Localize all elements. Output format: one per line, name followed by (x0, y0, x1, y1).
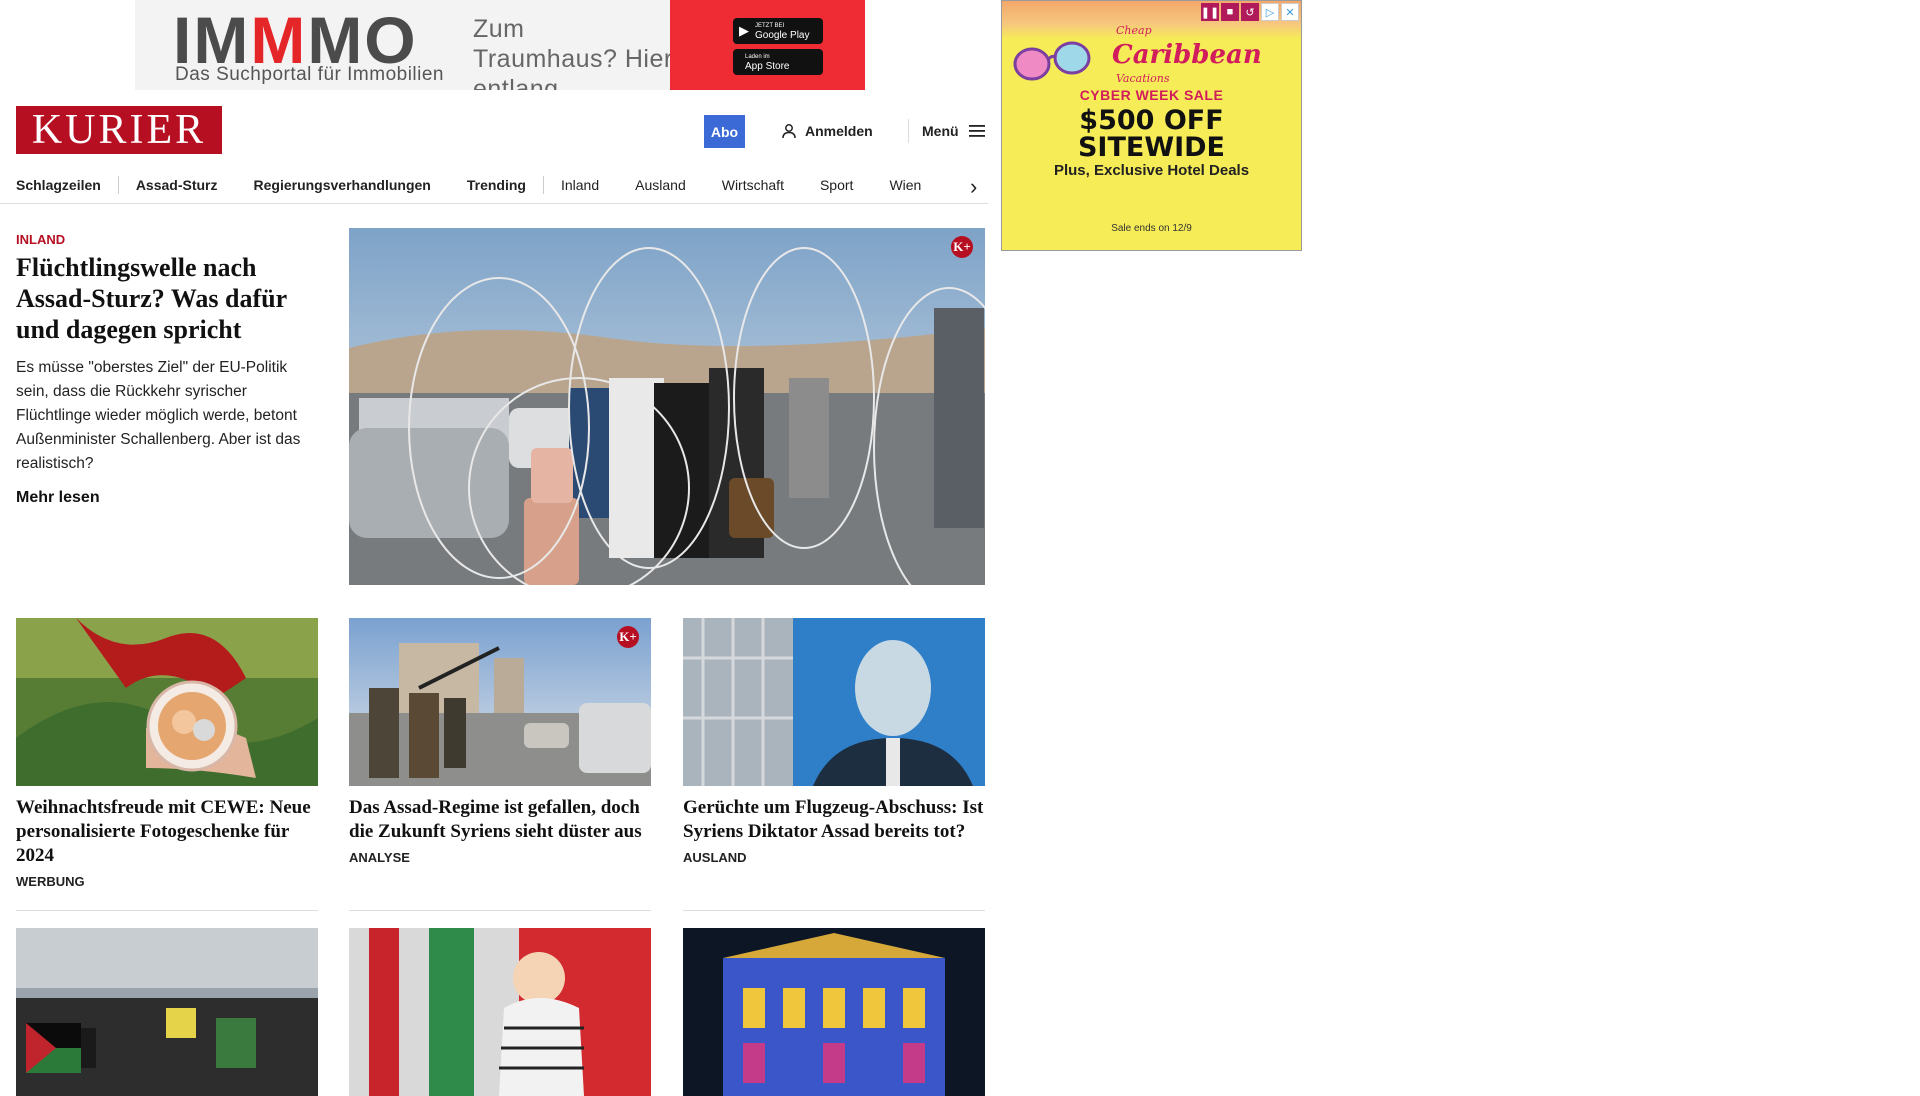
article-image[interactable] (16, 618, 318, 786)
card-divider (349, 910, 651, 911)
article-title[interactable]: Weihnachtsfreude mit CEWE: Neue personal… (16, 796, 318, 868)
chevron-right-icon[interactable]: › (970, 174, 977, 200)
play-icon: ▶ (739, 23, 749, 38)
nav-item-wien[interactable]: Wien (889, 177, 921, 193)
ad-deal: Plus, Exclusive Hotel Deals (1053, 162, 1250, 179)
abo-button[interactable]: Abo (704, 115, 745, 148)
kplus-badge: K+ (617, 626, 639, 648)
nav-item-wirtschaft[interactable]: Wirtschaft (722, 177, 784, 193)
nav-item-trending[interactable]: Trending (467, 177, 526, 193)
article-category: WERBUNG (16, 874, 85, 889)
article-card[interactable]: K+ Das Assad-Regime ist gefallen, doch d… (349, 618, 651, 911)
caribbean-logo: Cheap Caribbean Vacations (1112, 24, 1262, 85)
kika-leiner-photo (349, 928, 651, 1096)
kplus-badge: K+ (951, 236, 973, 258)
nav-item-ausland[interactable]: Ausland (635, 177, 686, 193)
article-card[interactable]: Weihnachtsfreude mit CEWE: Neue personal… (16, 618, 318, 911)
article-category: ANALYSE (349, 850, 410, 865)
lead-teaser: Es müsse "oberstes Ziel" der EU-Politik … (16, 359, 301, 472)
immo-claim: Zum Traumhaus? Hier entlang. (473, 15, 673, 90)
sunglasses-icon (1013, 41, 1091, 81)
app-store-button[interactable]: Laden im App Store (733, 49, 823, 75)
lead-category[interactable]: INLAND (16, 232, 65, 247)
card-divider (16, 910, 318, 911)
article-card[interactable]: Gerüchte um Flugzeug-Abschuss: Ist Syrie… (683, 618, 985, 911)
nav-item-regierungsverhandlungen[interactable]: Regierungsverhandlungen (254, 177, 431, 193)
illuminated-building-photo (683, 928, 985, 1096)
kurier-logo[interactable]: KURIER (16, 106, 222, 154)
nav-item-inland[interactable]: Inland (561, 177, 599, 193)
nav-item-schlagzeilen[interactable]: Schlagzeilen (16, 177, 101, 193)
immo-subtitle: Das Suchportal für Immobilien (175, 64, 444, 85)
nav-item-sport[interactable]: Sport (820, 177, 853, 193)
login-label: Anmelden (805, 123, 873, 139)
card-divider (683, 910, 985, 911)
adchoices-icon[interactable]: ▷ (1261, 3, 1279, 21)
cewe-gift-photo (16, 618, 318, 786)
damascus-street-photo (349, 618, 651, 786)
user-icon (782, 124, 796, 139)
border-crossing-photo (349, 228, 985, 585)
close-icon[interactable]: ✕ (1281, 3, 1299, 21)
article-title[interactable]: Gerüchte um Flugzeug-Abschuss: Ist Syrie… (683, 796, 985, 844)
google-play-button[interactable]: ▶ JETZT BEI Google Play (733, 18, 823, 44)
section-nav: Schlagzeilen Assad-Sturz Regierungsverha… (16, 166, 988, 204)
lead-headline[interactable]: Flüchtlingswelle nach Assad-Sturz? Was d… (16, 252, 316, 345)
article-category: AUSLAND (683, 850, 747, 865)
header-divider (908, 119, 909, 143)
hamburger-icon (968, 125, 985, 137)
immo-store-panel: ▶ JETZT BEI Google Play Laden im App Sto… (670, 0, 865, 90)
nav-item-assad-sturz[interactable]: Assad-Sturz (136, 177, 218, 193)
menu-button[interactable]: Menü (922, 121, 985, 141)
nav-separator (542, 176, 544, 194)
immo-banner-ad[interactable]: IMMMO Das Suchportal für Immobilien Zum … (135, 0, 865, 90)
nav-separator (117, 176, 119, 194)
assad-poster-photo (683, 618, 985, 786)
article-image[interactable] (683, 928, 985, 1096)
login-button[interactable]: Anmelden (781, 121, 873, 141)
menu-label: Menü (922, 123, 959, 139)
ad-ends: Sale ends on 12/9 (1111, 223, 1192, 234)
protest-crowd-photo (16, 928, 318, 1096)
article-title[interactable]: Das Assad-Regime ist gefallen, doch die … (349, 796, 651, 844)
article-image[interactable] (683, 618, 985, 786)
article-image[interactable]: K+ (349, 618, 651, 786)
nav-divider (0, 203, 988, 204)
article-image[interactable] (16, 928, 318, 1096)
lead-image[interactable]: K+ (349, 228, 985, 585)
ad-sale-label: CYBER WEEK SALE (1079, 87, 1224, 103)
caribbean-vacations-ad[interactable]: ❚❚ ■ ↺ ▷ ✕ Cheap Caribbean Vacations CYB… (1001, 0, 1302, 251)
ad-offer: $500 OFF SITEWIDE (1077, 105, 1226, 163)
article-image[interactable] (349, 928, 651, 1096)
read-more-link[interactable]: Mehr lesen (16, 489, 100, 507)
